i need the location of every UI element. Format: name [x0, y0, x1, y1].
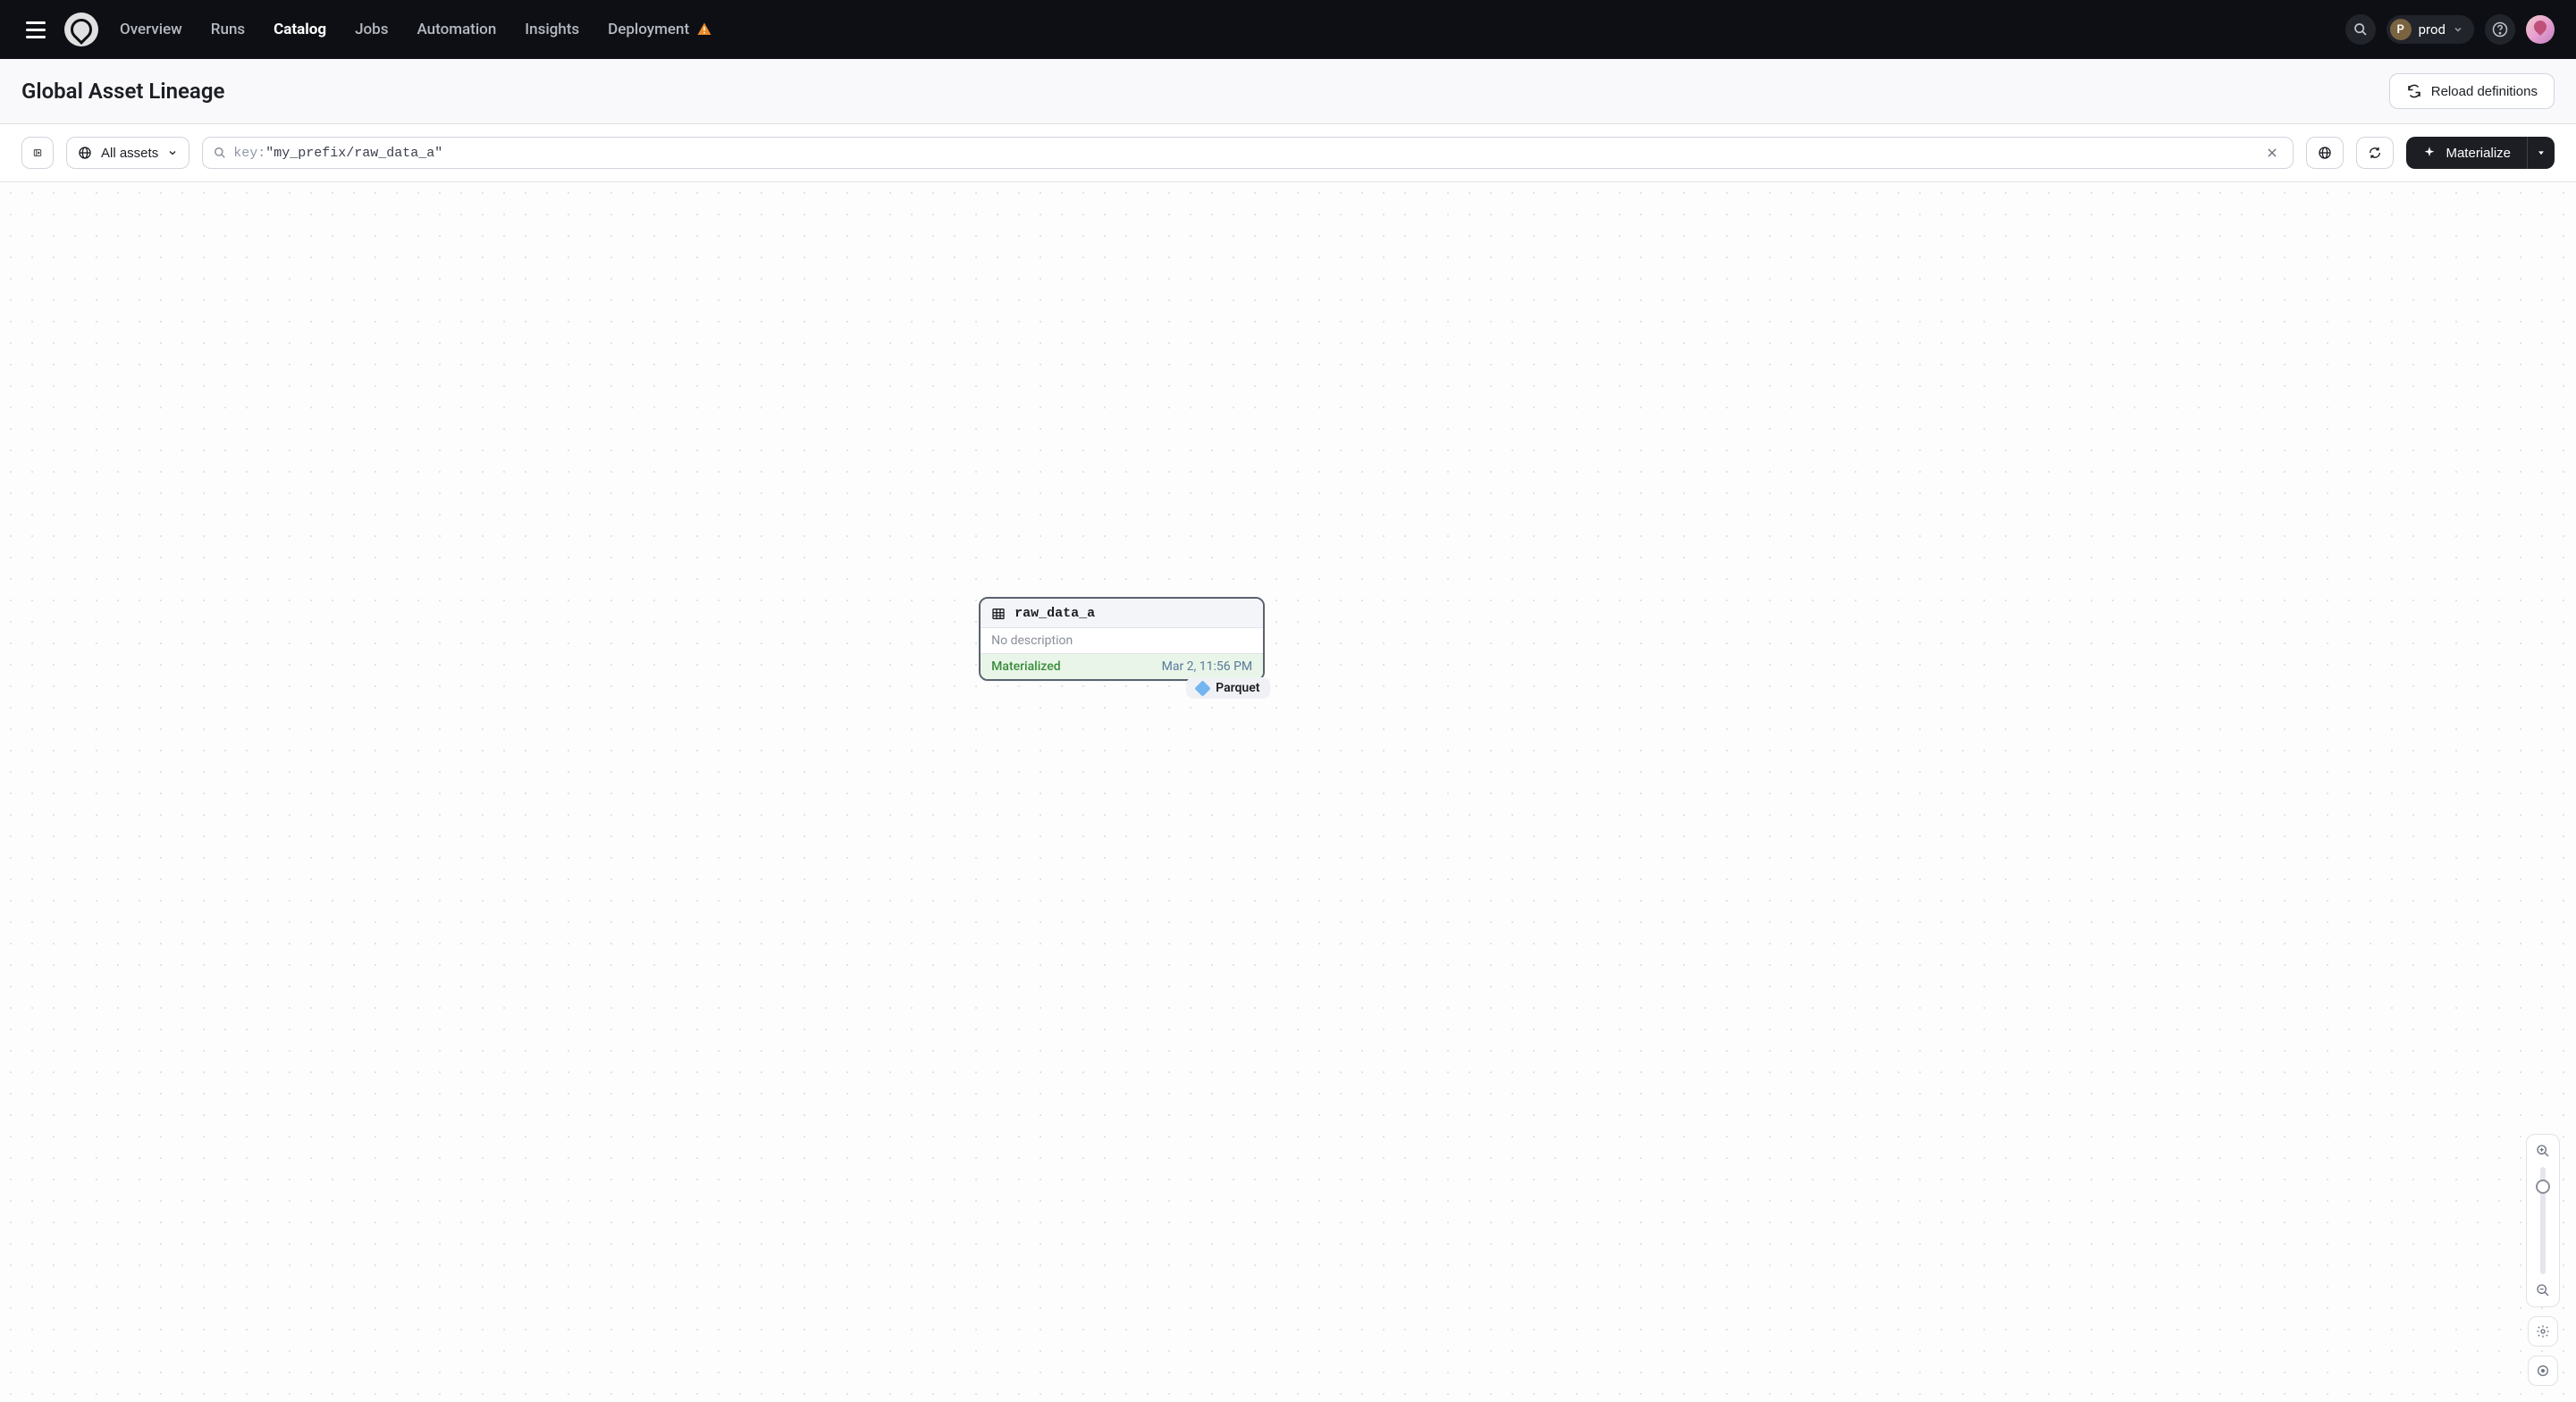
deployment-badge: P	[2390, 19, 2412, 40]
materialize-button[interactable]: Materialize	[2406, 137, 2527, 169]
search-key-prefix: key:	[233, 146, 265, 161]
panel-right-icon	[33, 146, 42, 160]
avatar[interactable]	[2526, 15, 2555, 44]
zoom-controls	[2526, 1134, 2560, 1386]
fit-to-screen-button[interactable]	[2528, 1356, 2558, 1386]
deployment-selector[interactable]: P prod	[2387, 15, 2474, 44]
zoom-in-icon	[2536, 1144, 2550, 1158]
hamburger-icon	[26, 21, 46, 38]
warning-icon	[696, 21, 712, 38]
diamond-icon	[1194, 680, 1210, 696]
hamburger-menu-button[interactable]	[21, 15, 50, 44]
asset-tag[interactable]: Parquet	[1186, 677, 1270, 699]
help-icon	[2492, 21, 2508, 38]
search-button[interactable]	[2345, 14, 2376, 45]
deployment-label: prod	[2419, 21, 2446, 38]
nav-deployment[interactable]: Deployment	[608, 21, 712, 38]
zoom-slider[interactable]	[2540, 1167, 2546, 1274]
sub-header: Global Asset Lineage Reload definitions	[0, 59, 2576, 124]
search-icon	[2353, 22, 2368, 37]
nav-catalog[interactable]: Catalog	[274, 21, 326, 38]
help-button[interactable]	[2485, 14, 2515, 45]
nav-overview[interactable]: Overview	[120, 21, 182, 38]
zoom-in-button[interactable]	[2534, 1142, 2552, 1160]
nav-insights[interactable]: Insights	[525, 21, 579, 38]
filter-bar: All assets key:"my_prefix/raw_data_a" Ma…	[0, 124, 2576, 182]
asset-name: raw_data_a	[1014, 606, 1095, 621]
search-input-wrapper[interactable]: key:"my_prefix/raw_data_a"	[202, 137, 2294, 169]
nav-automation[interactable]: Automation	[417, 21, 496, 38]
zoom-out-button[interactable]	[2534, 1281, 2552, 1299]
nav-runs[interactable]: Runs	[211, 21, 245, 38]
reload-icon	[2406, 83, 2422, 99]
table-icon	[991, 607, 1006, 621]
chevron-down-icon	[167, 147, 178, 158]
zoom-out-icon	[2536, 1283, 2550, 1297]
refresh-icon	[2368, 146, 2382, 160]
asset-tag-label: Parquet	[1216, 681, 1259, 695]
page-title: Global Asset Lineage	[21, 79, 224, 104]
nav-links: Overview Runs Catalog Jobs Automation In…	[120, 21, 712, 38]
reload-definitions-button[interactable]: Reload definitions	[2389, 73, 2555, 109]
asset-title-row: raw_data_a	[981, 599, 1263, 628]
all-assets-dropdown[interactable]: All assets	[66, 137, 189, 169]
panel-toggle-button[interactable]	[21, 137, 54, 169]
lineage-canvas[interactable]: raw_data_a No description Materialized M…	[0, 182, 2576, 1402]
materialize-dropdown-button[interactable]	[2527, 137, 2555, 169]
zoom-slider-thumb[interactable]	[2536, 1180, 2550, 1194]
reload-definitions-label: Reload definitions	[2431, 84, 2538, 99]
all-assets-label: All assets	[101, 146, 158, 161]
search-icon	[214, 147, 226, 159]
asset-status-row: Materialized Mar 2, 11:56 PM	[981, 654, 1263, 679]
asset-card[interactable]: raw_data_a No description Materialized M…	[979, 597, 1265, 681]
zoom-panel	[2526, 1134, 2560, 1307]
app-logo[interactable]	[64, 13, 98, 46]
sparkle-icon	[2422, 146, 2437, 160]
materialize-label: Materialize	[2446, 146, 2511, 161]
asset-timestamp[interactable]: Mar 2, 11:56 PM	[1162, 659, 1253, 674]
clear-search-button[interactable]	[2262, 147, 2282, 159]
target-icon	[2536, 1364, 2550, 1378]
close-icon	[2266, 147, 2278, 159]
asset-status: Materialized	[991, 659, 1060, 674]
top-nav: Overview Runs Catalog Jobs Automation In…	[0, 0, 2576, 59]
globe-filter-button[interactable]	[2306, 137, 2344, 169]
globe-icon	[78, 146, 92, 160]
nav-deployment-label: Deployment	[608, 21, 689, 38]
nav-jobs[interactable]: Jobs	[355, 21, 388, 38]
graph-settings-button[interactable]	[2528, 1316, 2558, 1347]
chevron-down-icon	[2453, 24, 2463, 35]
asset-description: No description	[981, 628, 1263, 654]
gear-icon	[2536, 1324, 2550, 1339]
globe-icon	[2318, 146, 2332, 160]
search-input[interactable]: key:"my_prefix/raw_data_a"	[226, 146, 2262, 161]
refresh-button[interactable]	[2356, 137, 2394, 169]
top-nav-right: P prod	[2345, 14, 2555, 45]
caret-down-icon	[2537, 148, 2546, 157]
search-value: "my_prefix/raw_data_a"	[265, 146, 442, 161]
materialize-group: Materialize	[2406, 137, 2555, 169]
